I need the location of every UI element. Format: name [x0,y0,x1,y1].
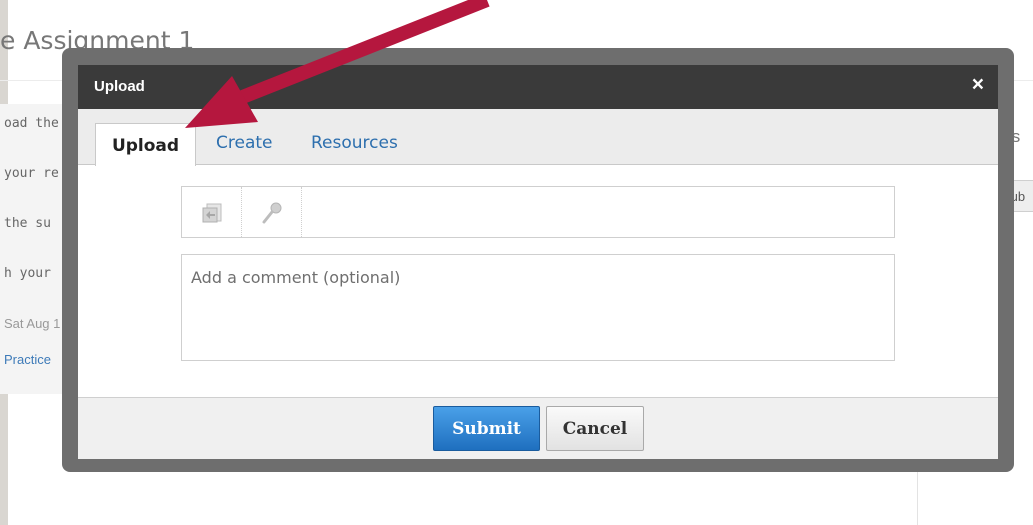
submit-button[interactable]: Submit [433,406,540,451]
file-upload-icon [202,203,222,223]
due-date-text: Sat Aug 1 [4,316,61,331]
comment-input[interactable] [181,254,895,361]
upload-dialog: Upload × Upload Create Resources Add a c… [78,65,998,459]
instruction-line: h your [4,266,51,281]
microphone-icon [262,202,282,224]
dialog-title: Upload [94,78,145,95]
close-icon[interactable]: × [972,74,984,96]
practice-link[interactable]: Practice [4,352,51,367]
cancel-button[interactable]: Cancel [546,406,644,451]
instruction-line: the su [4,216,51,231]
file-upload-button[interactable] [182,187,242,237]
tab-resources[interactable]: Resources [311,133,398,153]
upload-toolbar [181,186,895,238]
dialog-header: Upload × [78,65,998,109]
instruction-line: oad the [4,116,59,131]
dialog-footer: Submit Cancel [78,397,998,459]
screenshot-stage: e Assignment 1 oad the your re the su h … [0,0,1033,525]
tab-upload[interactable]: Upload [95,123,196,166]
record-audio-button[interactable] [242,187,302,237]
tab-create[interactable]: Create [216,133,273,153]
instruction-line: your re [4,166,59,181]
